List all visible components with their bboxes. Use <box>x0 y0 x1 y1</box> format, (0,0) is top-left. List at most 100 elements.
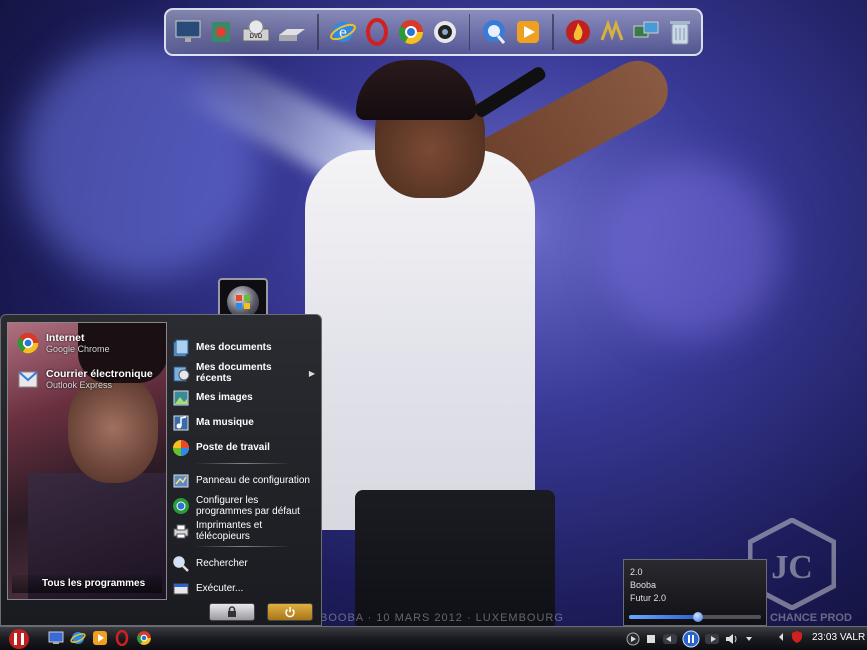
menu-item-label: Poste de travail <box>196 442 270 453</box>
pause-icon[interactable] <box>682 630 700 648</box>
opera-icon[interactable] <box>363 17 391 47</box>
play-icon[interactable] <box>626 632 640 646</box>
opera-icon[interactable] <box>114 630 130 646</box>
menu-item-my-pictures[interactable]: Mes images <box>171 385 319 410</box>
monitor-icon[interactable] <box>174 17 202 47</box>
now-playing-artist: Booba <box>630 580 657 590</box>
menu-item-printers[interactable]: Imprimantes et télécopieurs <box>171 518 319 543</box>
wallpaper-figure-body <box>305 150 535 530</box>
network-icon[interactable] <box>632 17 660 47</box>
menu-item-label: Panneau de configuration <box>196 475 310 486</box>
now-playing-progress[interactable] <box>629 612 761 622</box>
menu-item-default-programs[interactable]: Configurer les programmes par défaut <box>171 493 319 518</box>
menu-item-my-music[interactable]: Ma musique <box>171 410 319 435</box>
now-playing-version: 2.0 <box>630 567 643 577</box>
menu-item-label: Imprimantes et télécopieurs <box>196 519 263 542</box>
hard-drive-icon[interactable] <box>277 17 307 47</box>
dock-separator <box>468 14 471 50</box>
notebook-icon[interactable] <box>208 17 235 47</box>
menu-item-my-documents[interactable]: Mes documents <box>171 335 319 360</box>
svg-text:DVD: DVD <box>249 34 262 40</box>
pinned-item-subtitle: Google Chrome <box>46 344 110 354</box>
chrome-icon[interactable] <box>136 630 152 646</box>
next-icon[interactable] <box>704 632 720 646</box>
dvd-drive-icon[interactable]: DVD <box>241 17 271 47</box>
start-menu: Internet Google Chrome Courrier électron… <box>0 314 322 626</box>
previous-icon[interactable] <box>662 632 678 646</box>
progress-fill <box>629 615 698 619</box>
stop-icon[interactable] <box>644 632 658 646</box>
fire-icon[interactable] <box>564 17 592 47</box>
music-icon <box>171 413 191 433</box>
progress-knob[interactable] <box>692 612 703 622</box>
lock-button[interactable] <box>209 603 255 621</box>
menu-separator <box>195 463 291 464</box>
menu-item-search[interactable]: Rechercher <box>171 551 319 576</box>
menu-item-my-computer[interactable]: Poste de travail <box>171 435 319 460</box>
printer-icon <box>171 521 191 541</box>
folder-icon <box>171 338 191 358</box>
menu-item-recent-documents[interactable]: Mes documents récents ▶ <box>171 360 319 385</box>
quick-launch-bar <box>48 630 152 646</box>
media-player-icon[interactable] <box>514 17 542 47</box>
menu-separator <box>195 546 291 547</box>
clock[interactable]: 23:03 VALR <box>812 632 865 643</box>
quicktime-icon[interactable] <box>480 17 508 47</box>
wallpaper-logo-text: CHANCE PROD <box>770 612 852 624</box>
media-icon[interactable] <box>431 17 459 47</box>
control-panel-icon <box>171 471 191 491</box>
all-programs-button[interactable]: Tous les programmes <box>12 575 162 593</box>
search-icon <box>171 554 191 574</box>
light-glow <box>600 160 780 340</box>
now-playing-popup: 2.0 Booba Futur 2.0 <box>623 559 767 626</box>
pinned-item-mail[interactable]: Courrier électronique Outlook Express <box>16 367 153 391</box>
clock-suffix: VALR <box>839 631 866 643</box>
menu-item-label: Configurer les programmes par défaut <box>196 494 300 517</box>
run-icon <box>171 579 191 599</box>
recycle-bin-icon[interactable] <box>666 17 693 47</box>
taskbar-start-button[interactable] <box>4 628 34 650</box>
lock-icon <box>228 606 236 617</box>
shield-icon[interactable] <box>790 630 804 644</box>
wallpaper-watermark: BOOBA · 10 MARS 2012 · LUXEMBOURG <box>320 612 564 624</box>
power-icon <box>285 607 295 618</box>
menu-item-label: Mes images <box>196 392 253 403</box>
system-tray: 23:03 VALR <box>776 630 865 644</box>
folder-recent-icon <box>171 363 191 383</box>
top-dock: DVD e <box>164 8 703 56</box>
computer-icon <box>171 438 191 458</box>
start-menu-left-pane: Internet Google Chrome Courrier électron… <box>7 322 167 600</box>
wallpaper-figure-cap <box>356 60 476 120</box>
pinned-item-internet[interactable]: Internet Google Chrome <box>16 331 110 355</box>
menu-item-label: Rechercher <box>196 558 248 569</box>
media-player-icon[interactable] <box>92 630 108 646</box>
clock-time: 23:03 <box>812 631 838 643</box>
menu-item-label: Mes documents <box>196 342 272 353</box>
pinned-item-title: Internet <box>46 332 85 344</box>
menu-item-label: Mes documents récents <box>196 361 272 384</box>
chevron-left-icon[interactable] <box>776 630 786 644</box>
ie-icon[interactable] <box>70 630 86 646</box>
volume-icon[interactable] <box>724 632 740 646</box>
pinned-item-title: Courrier électronique <box>46 368 153 380</box>
winamp-icon[interactable] <box>598 17 626 47</box>
pinned-item-subtitle: Outlook Express <box>46 380 113 390</box>
shutdown-button[interactable] <box>267 603 313 621</box>
submenu-arrow-icon: ▶ <box>308 369 315 378</box>
default-programs-icon <box>171 496 191 516</box>
pictures-icon <box>171 388 191 408</box>
dock-separator <box>552 14 555 50</box>
now-playing-track: Futur 2.0 <box>630 593 667 603</box>
menu-item-label: Ma musique <box>196 417 254 428</box>
ie-icon[interactable]: e <box>329 17 357 47</box>
wallpaper-figure-jeans <box>355 490 555 630</box>
menu-item-control-panel[interactable]: Panneau de configuration <box>171 468 319 493</box>
start-logo-icon <box>9 629 29 649</box>
desktop-icon[interactable] <box>48 630 64 646</box>
menu-item-run[interactable]: Exécuter... <box>171 576 319 601</box>
chevron-down-icon[interactable] <box>744 632 754 646</box>
taskbar: 23:03 VALR <box>0 626 867 650</box>
mail-icon <box>18 371 38 388</box>
chrome-icon[interactable] <box>397 17 425 47</box>
svg-text:JC: JC <box>771 549 813 586</box>
